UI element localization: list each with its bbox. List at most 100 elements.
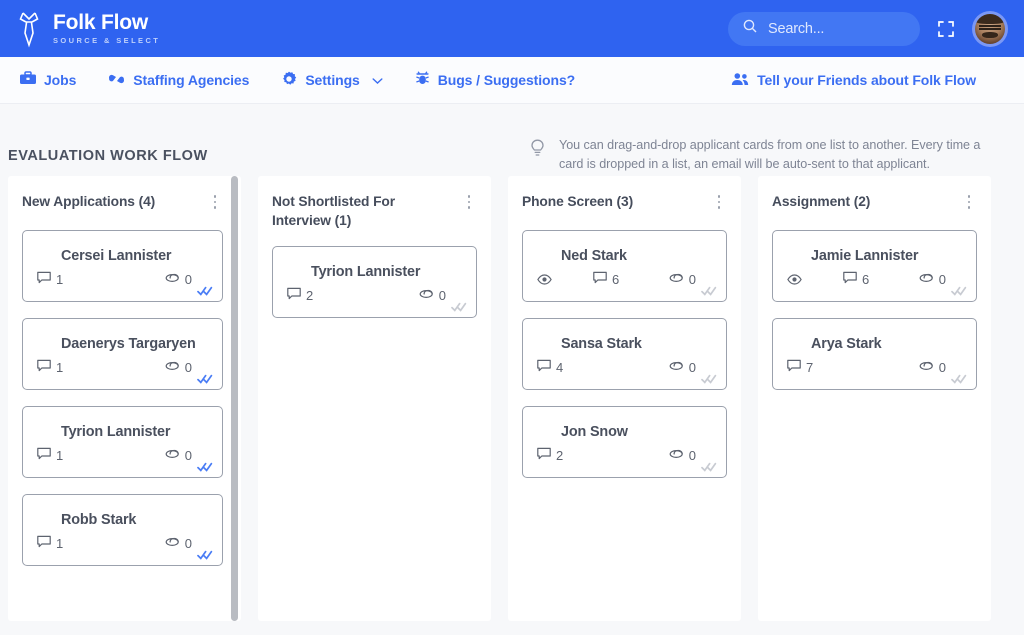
- tip-banner: You can drag-and-drop applicant cards fr…: [530, 132, 1008, 174]
- comment-count-value: 1: [56, 360, 63, 375]
- applicant-card[interactable]: Tyrion Lannister20: [272, 246, 477, 318]
- applicant-name: Robb Stark: [61, 511, 208, 530]
- attachment-icon: [669, 448, 684, 463]
- people-icon: [731, 72, 749, 89]
- comment-count[interactable]: 1: [37, 535, 63, 551]
- avatar[interactable]: [972, 11, 1008, 47]
- attachment-count[interactable]: 0: [669, 448, 696, 463]
- kebab-menu-icon[interactable]: [961, 192, 977, 210]
- attachment-count-value: 0: [185, 272, 192, 287]
- applicant-card[interactable]: Jon Snow20: [522, 406, 727, 478]
- attachment-count[interactable]: 0: [165, 360, 192, 375]
- attachment-count[interactable]: 0: [919, 360, 946, 375]
- attachment-icon: [165, 272, 180, 287]
- applicant-card[interactable]: Cersei Lannister 1 0: [22, 230, 223, 302]
- applicant-card[interactable]: Tyrion Lannister10: [22, 406, 223, 478]
- tip-text: You can drag-and-drop applicant cards fr…: [559, 136, 1008, 174]
- comment-count[interactable]: 2: [537, 447, 563, 463]
- applicant-name: Jamie Lannister: [811, 247, 962, 266]
- search-input[interactable]: Search...: [728, 12, 920, 46]
- board-column: New Applications (4)Cersei Lannister10Da…: [8, 176, 241, 621]
- applicant-name: Tyrion Lannister: [61, 423, 208, 442]
- applicant-card[interactable]: Arya Stark70: [772, 318, 977, 390]
- brand-title: Folk Flow: [53, 12, 160, 34]
- column-scrollbar[interactable]: [231, 176, 238, 621]
- kebab-menu-icon[interactable]: [711, 192, 727, 210]
- page-title: EVALUATION WORK FLOW: [8, 132, 208, 164]
- comment-count[interactable]: 1: [37, 447, 63, 463]
- card-meta: 20: [537, 445, 712, 465]
- fullscreen-icon[interactable]: [934, 17, 958, 41]
- card-meta: 10: [37, 445, 208, 465]
- comment-icon: [593, 271, 607, 287]
- nav-item-settings[interactable]: Settings: [281, 71, 382, 90]
- kebab-menu-icon[interactable]: [207, 192, 223, 210]
- comment-count-value: 1: [56, 272, 63, 287]
- comment-count-value: 2: [556, 448, 563, 463]
- attachment-count-value: 0: [689, 360, 696, 375]
- column-title: New Applications (4): [22, 192, 159, 211]
- card-meta: 70: [787, 357, 962, 377]
- comment-count-value: 7: [806, 360, 813, 375]
- comment-count-value: 6: [862, 272, 869, 287]
- applicant-card[interactable]: Robb Stark 1 0: [22, 494, 223, 566]
- double-check-icon: [451, 301, 468, 313]
- watch-eye-icon[interactable]: [537, 274, 563, 285]
- comment-icon: [37, 447, 51, 463]
- comment-count[interactable]: 6: [843, 271, 869, 287]
- nav-item-staffing-agencies[interactable]: Staffing Agencies: [108, 72, 249, 89]
- applicant-card[interactable]: Jamie Lannister60: [772, 230, 977, 302]
- handshake-icon: [108, 72, 125, 89]
- column-title: Not Shortlisted For Interview (1): [272, 192, 455, 230]
- applicant-name: Jon Snow: [561, 423, 712, 442]
- attachment-count[interactable]: 0: [919, 272, 946, 287]
- comment-count[interactable]: 7: [787, 359, 813, 375]
- card-meta: 60: [537, 269, 712, 289]
- attachment-count[interactable]: 0: [669, 272, 696, 287]
- comment-count[interactable]: 2: [287, 287, 313, 303]
- card-meta: 20: [287, 285, 462, 305]
- comment-icon: [287, 287, 301, 303]
- applicant-card[interactable]: Daenerys Targaryen 1 0: [22, 318, 223, 390]
- attachment-count[interactable]: 0: [165, 448, 192, 463]
- chevron-down-icon: [372, 72, 383, 88]
- top-header: Folk Flow SOURCE & SELECT Search...: [0, 0, 1024, 57]
- nav-label: Settings: [305, 72, 359, 88]
- comment-count[interactable]: 1: [37, 271, 63, 287]
- attachment-count[interactable]: 0: [669, 360, 696, 375]
- applicant-name: Sansa Stark: [561, 335, 712, 354]
- watch-eye-icon[interactable]: [787, 274, 813, 285]
- nav-label: Jobs: [44, 72, 76, 88]
- attachment-icon: [919, 360, 934, 375]
- nav-item-bugs-suggestions[interactable]: Bugs / Suggestions?: [415, 71, 575, 89]
- column-title: Phone Screen (3): [522, 192, 637, 211]
- attachment-icon: [669, 360, 684, 375]
- attachment-count-value: 0: [185, 536, 192, 551]
- nav-item-jobs[interactable]: Jobs: [20, 71, 76, 89]
- double-check-icon: [197, 549, 214, 561]
- brand-logo[interactable]: Folk Flow SOURCE & SELECT: [14, 10, 160, 48]
- applicant-name: Daenerys Targaryen: [61, 335, 208, 354]
- double-check-icon: [197, 373, 214, 385]
- double-check-icon: [701, 285, 718, 297]
- attachment-count[interactable]: 0: [419, 288, 446, 303]
- attachment-count[interactable]: 0: [165, 272, 192, 287]
- applicant-name: Cersei Lannister: [61, 247, 208, 266]
- comment-count[interactable]: 4: [537, 359, 563, 375]
- kebab-menu-icon[interactable]: [461, 192, 477, 210]
- kanban-board: New Applications (4)Cersei Lannister10Da…: [0, 176, 1024, 621]
- attachment-icon: [165, 448, 180, 463]
- comment-icon: [37, 271, 51, 287]
- comment-count[interactable]: 1: [37, 359, 63, 375]
- applicant-name: Ned Stark: [561, 247, 712, 266]
- header-actions: Search...: [728, 11, 1008, 47]
- comment-count[interactable]: 6: [593, 271, 619, 287]
- attachment-count[interactable]: 0: [165, 536, 192, 551]
- nav-item-referral[interactable]: Tell your Friends about Folk Flow: [731, 72, 976, 89]
- double-check-icon: [701, 461, 718, 473]
- applicant-card[interactable]: Sansa Stark 4 0: [522, 318, 727, 390]
- gear-icon: [281, 71, 297, 90]
- applicant-card[interactable]: Ned Stark60: [522, 230, 727, 302]
- attachment-icon: [919, 272, 934, 287]
- card-meta: 60: [787, 269, 962, 289]
